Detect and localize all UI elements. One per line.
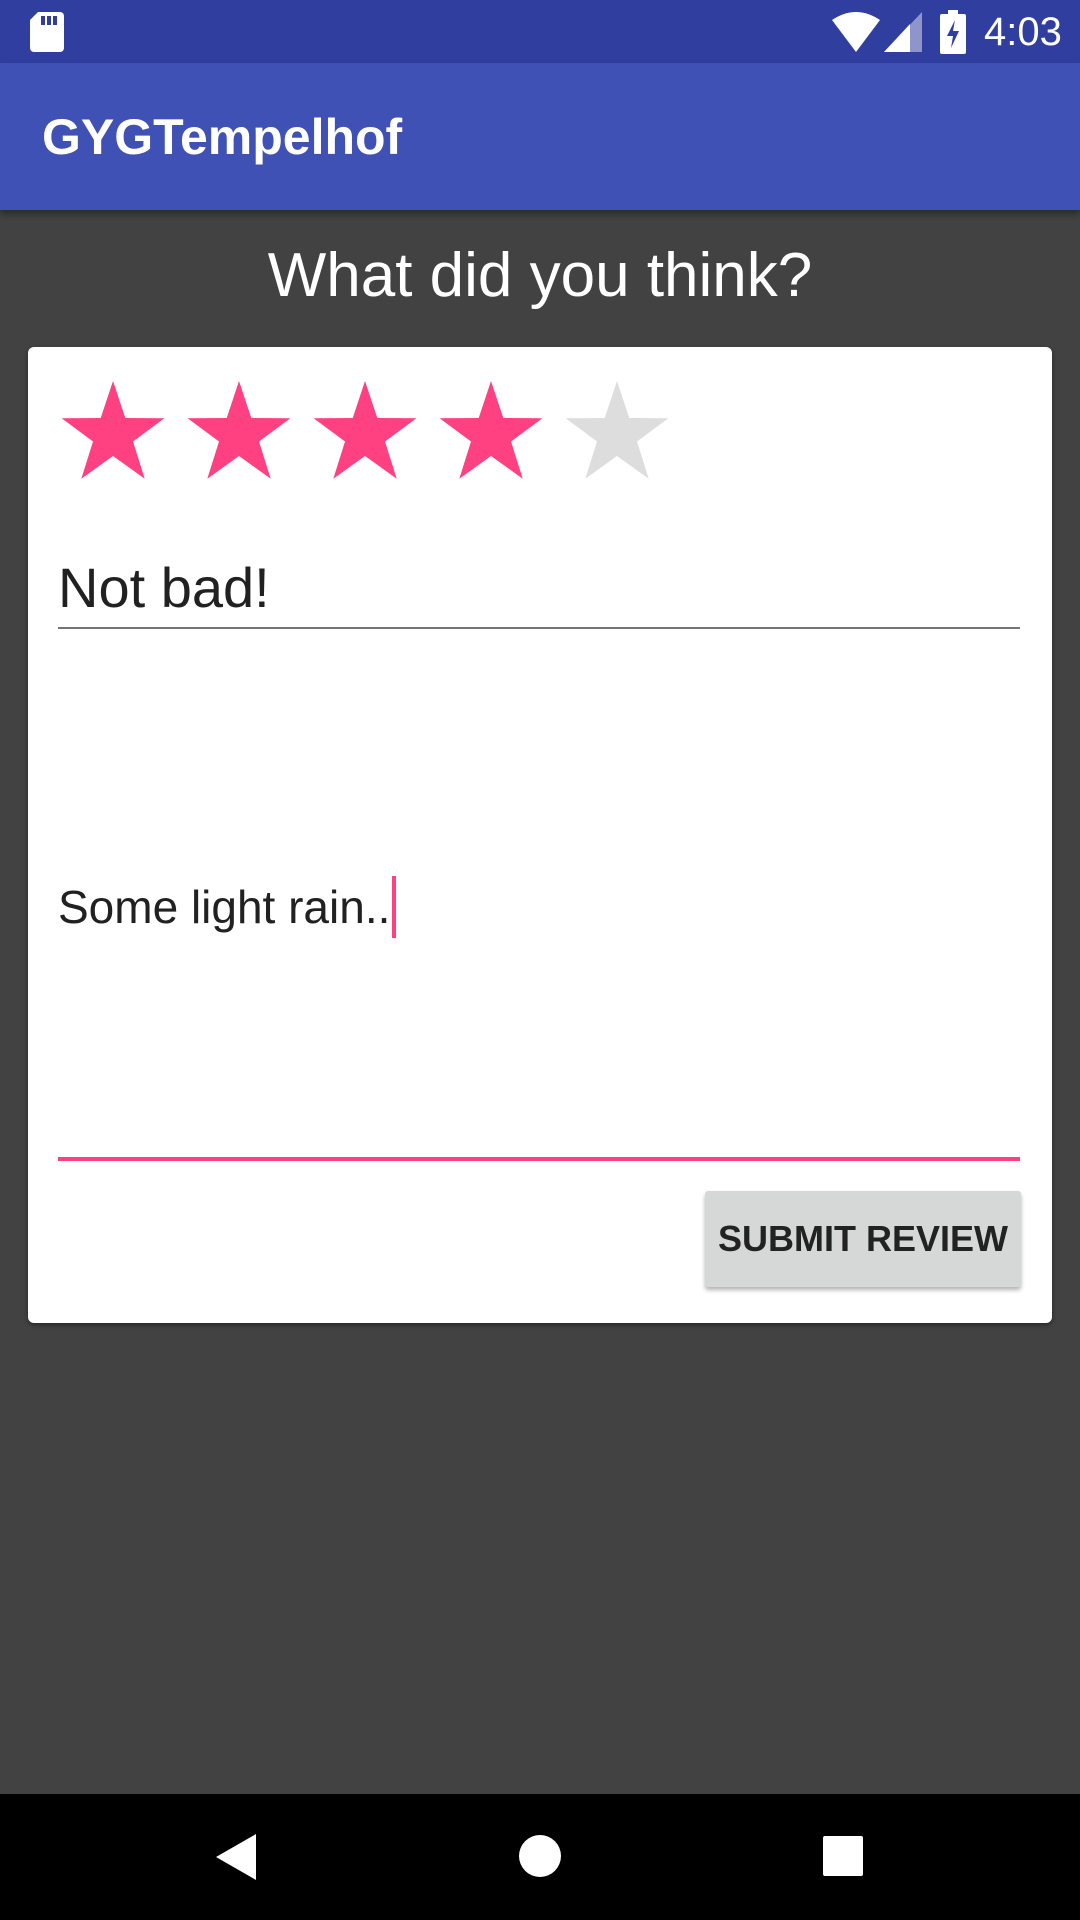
review-body-text[interactable]: Some light rain.. xyxy=(58,657,1020,1157)
star-filled-icon[interactable] xyxy=(436,377,562,487)
sd-card-icon xyxy=(30,12,64,52)
home-icon[interactable] xyxy=(518,1834,562,1878)
review-title-input[interactable] xyxy=(58,547,1020,629)
submit-review-button[interactable]: SUBMIT REVIEW xyxy=(705,1191,1021,1287)
status-bar: 4:03 xyxy=(0,0,1080,63)
battery-charging-icon xyxy=(940,10,966,54)
wifi-icon xyxy=(832,12,880,52)
status-clock: 4:03 xyxy=(984,10,1062,54)
star-rating-bar[interactable] xyxy=(58,377,688,487)
star-filled-icon[interactable] xyxy=(184,377,310,487)
review-body-field[interactable]: Some light rain.. xyxy=(58,657,1020,1161)
navigation-bar xyxy=(0,1794,1080,1920)
review-prompt-heading: What did you think? xyxy=(267,241,813,310)
star-filled-icon[interactable] xyxy=(310,377,436,487)
app-title: GYGTempelhof xyxy=(42,109,403,165)
recents-icon[interactable] xyxy=(823,1836,863,1876)
star-filled-icon[interactable] xyxy=(58,377,184,487)
star-empty-icon[interactable] xyxy=(562,377,688,487)
review-card: Some light rain.. SUBMIT REVIEW xyxy=(28,347,1052,1323)
review-body-value: Some light rain.. xyxy=(58,881,391,933)
cell-signal-icon xyxy=(884,12,922,52)
back-icon[interactable] xyxy=(212,1832,258,1882)
app-bar: GYGTempelhof xyxy=(0,63,1080,210)
text-cursor xyxy=(392,876,397,938)
